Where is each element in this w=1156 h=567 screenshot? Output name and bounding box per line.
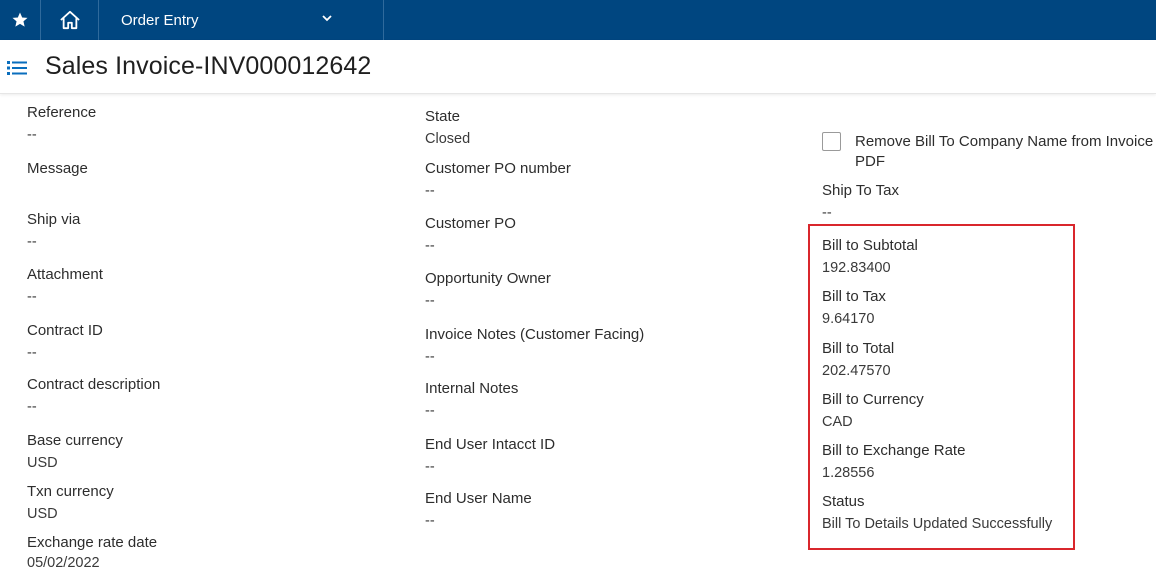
field-bill-to-total: Bill to Total 202.47570 (822, 340, 894, 380)
field-value: -- (27, 234, 37, 250)
field-status: Status Bill To Details Updated Successfu… (822, 493, 1052, 533)
home-button[interactable] (41, 0, 99, 40)
field-contract-id: Contract ID -- (27, 322, 103, 362)
field-label: Bill to Currency (822, 391, 924, 408)
field-value: USD (27, 506, 58, 522)
field-contract-description: Contract description -- (27, 376, 160, 416)
field-value: 192.83400 (822, 260, 891, 276)
field-opportunity-owner: Opportunity Owner -- (425, 270, 551, 310)
field-value: 202.47570 (822, 363, 891, 379)
field-label: End User Intacct ID (425, 436, 556, 453)
field-invoice-notes: Invoice Notes (Customer Facing) -- (425, 326, 644, 366)
field-value: 1.28556 (822, 465, 875, 481)
remove-bill-to-company-checkbox[interactable] (822, 132, 841, 151)
field-base-currency: Base currency USD (27, 432, 123, 472)
field-label: Reference (27, 104, 97, 121)
field-label: Txn currency (27, 483, 114, 500)
field-ship-to-tax: Ship To Tax -- (822, 182, 899, 222)
home-icon (59, 10, 80, 30)
field-value: 05/02/2022 (27, 555, 100, 567)
top-nav-bar: Order Entry (0, 0, 1156, 40)
field-value: -- (425, 513, 435, 529)
field-ship-via: Ship via -- (27, 211, 80, 251)
field-value: -- (27, 399, 37, 415)
field-label: Bill to Tax (822, 288, 886, 305)
field-value: -- (425, 238, 435, 254)
field-label: Opportunity Owner (425, 270, 551, 287)
field-value: USD (27, 455, 58, 471)
field-label: Bill to Total (822, 340, 895, 357)
field-reference: Reference -- (27, 104, 96, 144)
field-label: Customer PO number (425, 160, 571, 177)
field-value: -- (27, 289, 37, 305)
field-label: Ship To Tax (822, 182, 899, 199)
field-label: Customer PO (425, 215, 516, 232)
chevron-down-icon (322, 15, 332, 22)
field-label: Internal Notes (425, 380, 519, 397)
star-icon (12, 12, 28, 27)
field-label: Base currency (27, 432, 123, 449)
field-label: Bill to Exchange Rate (822, 442, 966, 459)
module-label: Order Entry (121, 11, 199, 29)
page-title: Sales Invoice-INV000012642 (45, 52, 372, 80)
field-value: -- (425, 293, 435, 309)
field-label: Bill to Subtotal (822, 237, 918, 254)
field-state: State Closed (425, 108, 470, 148)
field-internal-notes: Internal Notes -- (425, 380, 518, 420)
field-label: Invoice Notes (Customer Facing) (425, 326, 645, 343)
field-bill-to-currency: Bill to Currency CAD (822, 391, 924, 431)
field-attachment: Attachment -- (27, 266, 103, 306)
field-label: Exchange rate date (27, 534, 158, 551)
field-label: Contract description (27, 376, 161, 393)
field-value: -- (425, 183, 435, 199)
field-value: -- (822, 205, 832, 221)
page-header: Sales Invoice-INV000012642 (0, 40, 1156, 94)
field-value: -- (27, 127, 37, 143)
field-txn-currency: Txn currency USD (27, 483, 114, 523)
field-exchange-rate-date: Exchange rate date 05/02/2022 (27, 534, 157, 567)
list-menu-icon[interactable] (7, 60, 27, 76)
field-message: Message (27, 160, 88, 182)
field-label: State (425, 108, 461, 125)
field-end-user-name: End User Name -- (425, 490, 532, 530)
module-selector[interactable]: Order Entry (99, 0, 384, 40)
field-customer-po-number: Customer PO number -- (425, 160, 571, 200)
field-label: End User Name (425, 490, 532, 507)
field-value: 9.64170 (822, 311, 875, 327)
field-label: Message (27, 160, 88, 177)
field-bill-to-exchange-rate: Bill to Exchange Rate 1.28556 (822, 442, 965, 482)
field-bill-to-subtotal: Bill to Subtotal 192.83400 (822, 237, 918, 277)
field-value: -- (425, 459, 435, 475)
field-value: CAD (822, 414, 853, 430)
field-value: Bill To Details Updated Successfully (822, 516, 1053, 532)
favorites-button[interactable] (0, 0, 41, 40)
checkbox-label: Remove Bill To Company Name from Invoice… (855, 133, 1154, 170)
field-label: Contract ID (27, 322, 103, 339)
field-value: -- (425, 349, 435, 365)
field-value: Closed (425, 131, 471, 147)
field-value: -- (425, 403, 435, 419)
field-end-user-intacct-id: End User Intacct ID -- (425, 436, 555, 476)
field-label: Ship via (27, 211, 81, 228)
field-label: Status (822, 493, 865, 510)
field-customer-po: Customer PO -- (425, 215, 516, 255)
field-value: -- (27, 345, 37, 361)
field-bill-to-tax: Bill to Tax 9.64170 (822, 288, 886, 328)
field-label: Attachment (27, 266, 103, 283)
